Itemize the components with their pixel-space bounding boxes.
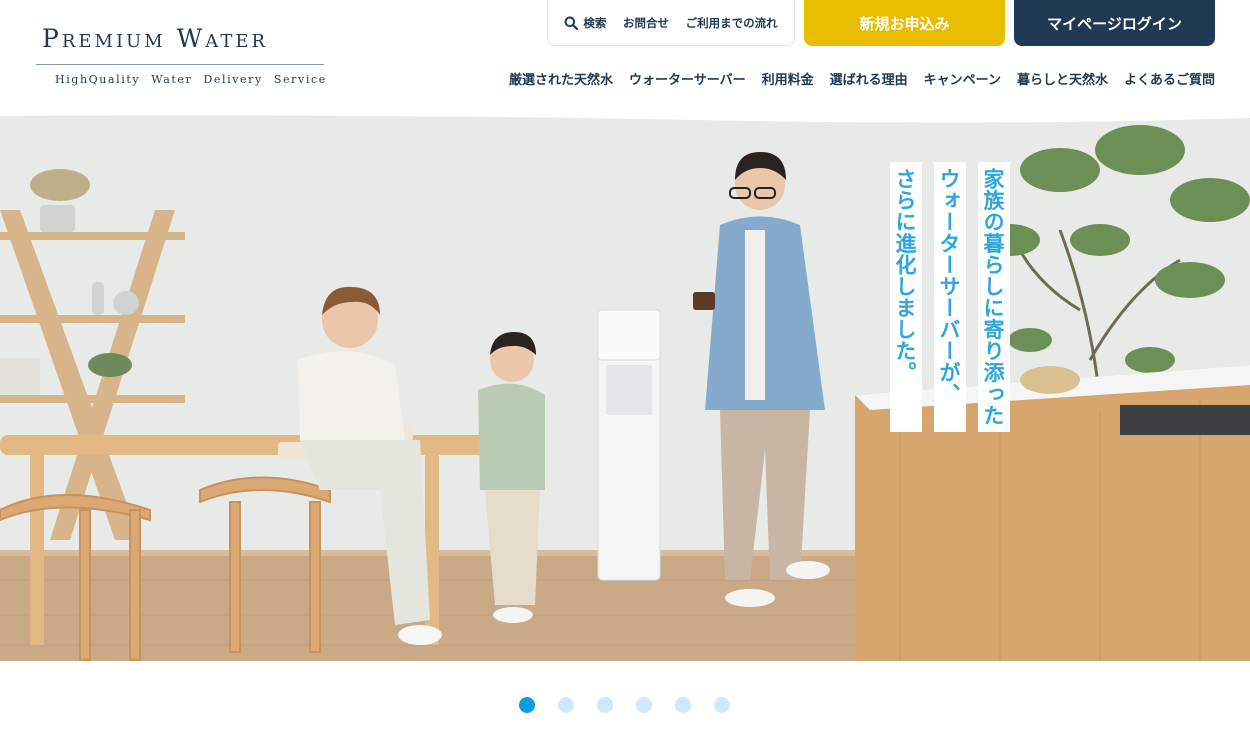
hero-copy: 家族の暮らしに寄り添った ウォーターサーバーが、 さらに進化しました。 <box>890 162 1010 432</box>
logo-wordmark: Premium Water <box>42 24 269 53</box>
nav-reasons[interactable]: 選ばれる理由 <box>830 69 908 88</box>
nav-faq[interactable]: よくあるご質問 <box>1124 69 1215 88</box>
carousel-dot-6[interactable] <box>714 697 730 713</box>
carousel-dot-1[interactable] <box>519 697 535 713</box>
new-application-button[interactable]: 新規お申込み <box>804 0 1005 46</box>
global-nav: 厳選された天然水 ウォーターサーバー 利用料金 選ばれる理由 キャンペーン 暮ら… <box>509 69 1215 88</box>
contact-link[interactable]: お問合せ <box>623 15 669 31</box>
carousel-pagination <box>519 697 730 713</box>
carousel-dot-2[interactable] <box>558 697 574 713</box>
carousel-dot-5[interactable] <box>675 697 691 713</box>
carousel-dot-3[interactable] <box>597 697 613 713</box>
flow-link[interactable]: ご利用までの流れ <box>686 15 778 31</box>
nav-water-server[interactable]: ウォーターサーバー <box>629 69 746 88</box>
nav-lifestyle[interactable]: 暮らしと天然水 <box>1017 69 1108 88</box>
site-logo[interactable]: Premium Water HighQuality Water Delivery… <box>36 22 326 92</box>
site-header: Premium Water HighQuality Water Delivery… <box>0 0 1250 112</box>
search-label: 検索 <box>583 16 607 30</box>
hero-slider[interactable]: 家族の暮らしに寄り添った ウォーターサーバーが、 さらに進化しました。 <box>0 110 1250 661</box>
search-link[interactable]: 検索 <box>564 15 606 31</box>
nav-pricing[interactable]: 利用料金 <box>762 69 814 88</box>
search-icon <box>564 16 579 30</box>
logo-divider <box>36 64 324 65</box>
carousel-dot-4[interactable] <box>636 697 652 713</box>
hero-wave-edge <box>0 110 1250 123</box>
nav-natural-water[interactable]: 厳選された天然水 <box>509 69 613 88</box>
hero-copy-line-2: ウォーターサーバーが、 <box>934 162 966 432</box>
logo-tagline: HighQuality Water Delivery Service <box>55 73 327 86</box>
hero-copy-line-3: さらに進化しました。 <box>890 162 922 432</box>
mypage-login-button[interactable]: マイページログイン <box>1014 0 1215 46</box>
utility-nav: 検索 お問合せ ご利用までの流れ <box>547 0 795 46</box>
nav-campaign[interactable]: キャンペーン <box>924 69 1001 88</box>
hero-photo <box>0 110 1250 661</box>
hero-copy-line-1: 家族の暮らしに寄り添った <box>978 162 1010 432</box>
